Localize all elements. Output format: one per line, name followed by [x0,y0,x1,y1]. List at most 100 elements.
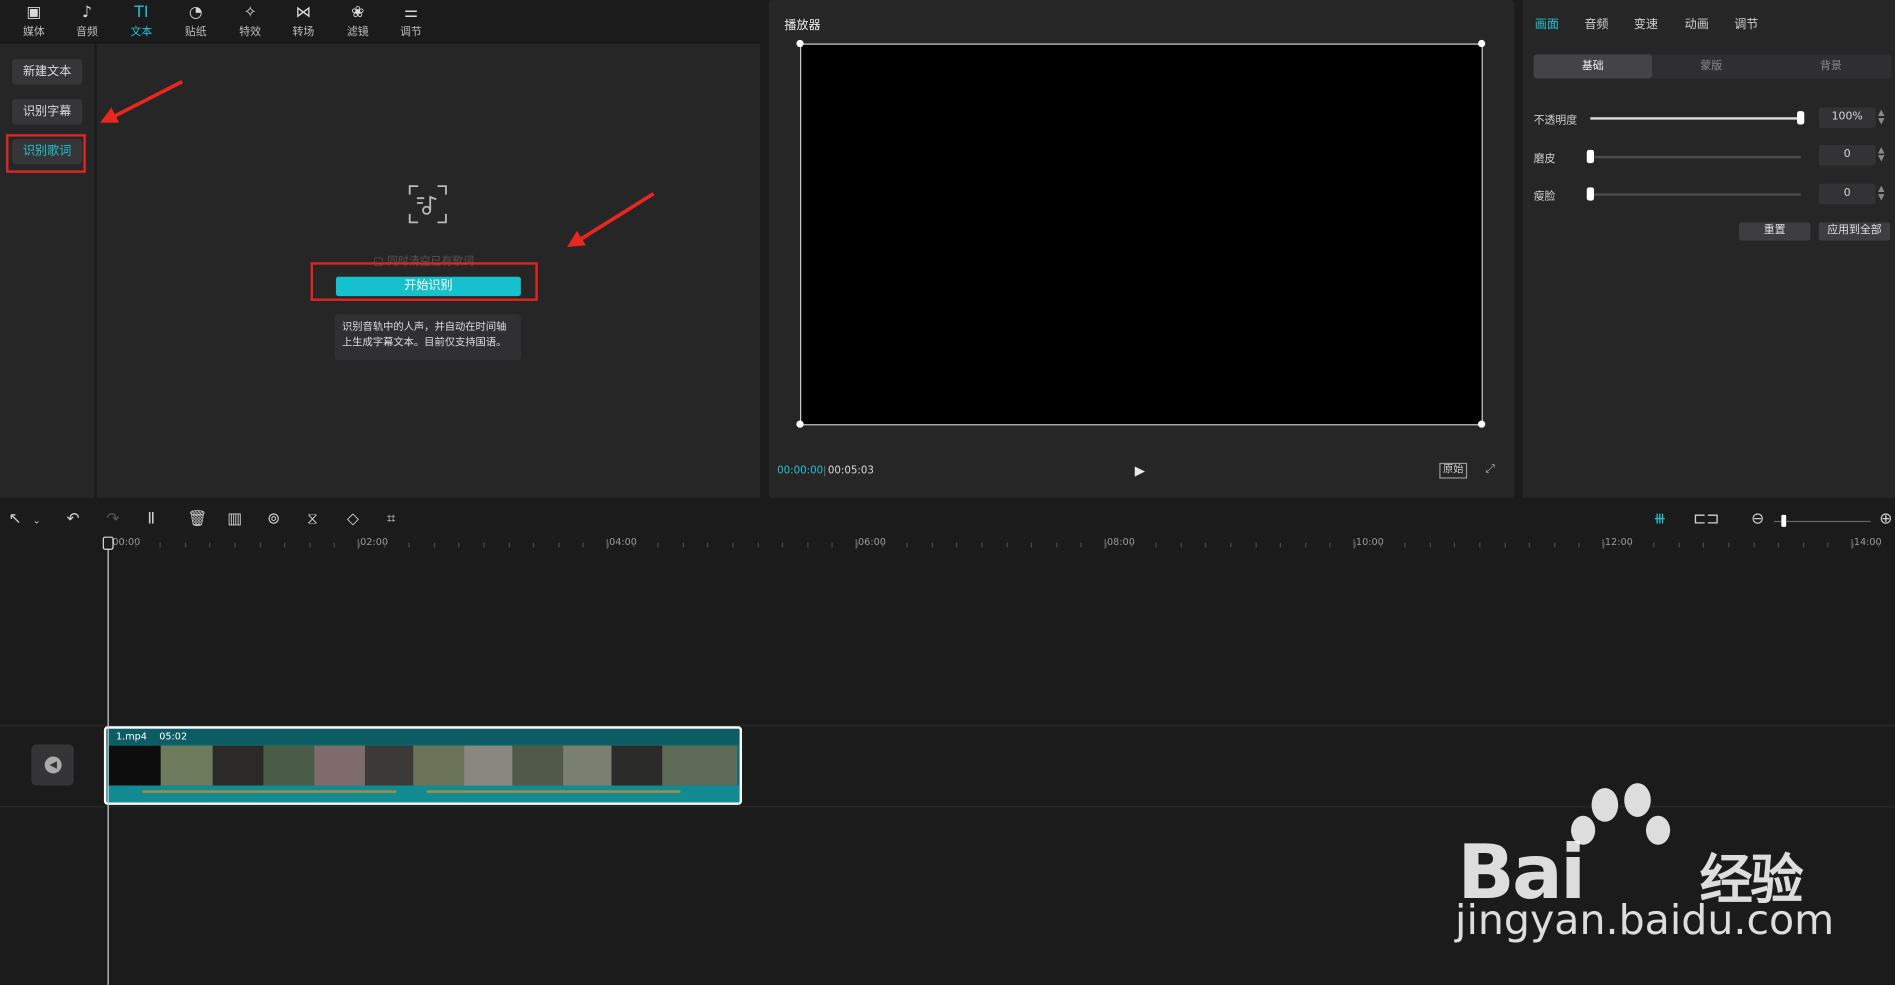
ruler-tick [955,542,958,548]
ruler-tick [807,542,809,548]
apply-to-all-button[interactable]: 应用到全部 [1818,222,1891,241]
undo-icon[interactable]: ↶ [66,510,79,528]
mirror-icon[interactable]: ⧖ [307,510,318,528]
play-icon[interactable]: ▶ [1135,463,1145,479]
ruler-tick [1006,542,1008,548]
ruler-tick [384,542,386,548]
ruler-tick [1878,542,1880,548]
clip-thumbnail [563,745,612,786]
ruler-tick [1777,542,1779,548]
new-text-button[interactable]: 新建文本 [12,59,83,85]
ruler-tick [1728,542,1730,548]
segment-basic[interactable]: 基础 [1533,54,1653,79]
slim-face-input[interactable]: 0 [1818,183,1876,205]
zoom-slider[interactable] [1774,520,1871,523]
current-time: 00:00:00 [777,465,824,478]
zoom-slider-thumb[interactable] [1781,514,1787,527]
opacity-slider-thumb[interactable] [1797,111,1805,125]
smooth-slider[interactable] [1590,155,1801,159]
ruler-tick [408,542,410,548]
link-icon[interactable]: ⊏⊐ [1693,510,1719,528]
ruler-tick [757,542,759,548]
resize-handle[interactable] [796,420,804,428]
fullscreen-icon[interactable]: ⤢ [1485,463,1495,476]
clip-thumbnail [512,745,564,786]
tab-sticker[interactable]: ◔ 贴纸 [172,2,220,41]
smooth-slider-thumb[interactable] [1586,149,1595,164]
ruler-tick [558,542,560,548]
smooth-input[interactable]: 0 [1818,145,1876,166]
volume-icon: ◀ [44,756,62,774]
ruler-tick [1603,542,1605,548]
waveform-level [426,790,681,793]
chevron-down-icon[interactable]: ⌄ [33,515,41,526]
ruler-tick [333,542,335,548]
freeze-icon[interactable]: ▥ [227,510,242,528]
smooth-stepper[interactable]: ▲ ▼ [1878,146,1885,163]
clip-thumbnail [263,745,315,786]
ruler-tick [682,542,685,548]
resize-handle[interactable] [1477,420,1486,428]
snap-icon[interactable]: ⧻ [1653,510,1666,528]
ruler-tick [508,542,510,548]
ruler-tick [1429,542,1431,548]
smooth-label: 磨皮 [1533,153,1556,166]
tab-animation[interactable]: 动画 [1685,13,1709,31]
tab-effects[interactable]: ✧ 特效 [226,2,274,41]
reverse-icon[interactable]: ⊚ [267,510,280,528]
ratio-button[interactable]: 原始 [1439,462,1468,479]
playhead-handle[interactable] [102,536,114,550]
slim-face-slider-thumb[interactable] [1586,187,1595,201]
redo-icon[interactable]: ↷ [106,510,119,528]
ruler-tick [582,542,584,548]
segment-background[interactable]: 背景 [1770,54,1891,78]
ruler-tick [931,542,933,548]
tab-adjust-props[interactable]: 调节 [1734,13,1758,31]
video-clip[interactable]: 1.mp4 05:02 [103,726,743,805]
zoom-in-icon[interactable]: ⊕ [1879,510,1892,528]
playhead[interactable] [107,538,109,985]
opacity-slider[interactable] [1590,117,1801,120]
tab-filter[interactable]: ❀ 滤镜 [334,2,382,41]
ruler-tick [1230,542,1232,548]
track-mute-button[interactable]: ◀ [31,744,74,786]
slim-face-slider[interactable] [1590,193,1801,196]
resize-handle[interactable] [1477,39,1486,48]
tab-audio[interactable]: ♪ 音频 [63,2,111,41]
ruler-tick [1578,542,1580,548]
rotate-icon[interactable]: ◇ [347,510,359,528]
tab-text[interactable]: TI 文本 [117,2,165,41]
reset-button[interactable]: 重置 [1739,222,1811,241]
adjust-icon: ⚌ [403,3,418,22]
resize-handle[interactable] [796,39,804,48]
ruler-tick [607,542,610,548]
ruler-tick [1180,542,1182,548]
clip-thumbnail [108,745,161,786]
tab-label: 贴纸 [184,26,207,39]
ruler-tick [159,542,161,548]
split-icon[interactable]: Ⅱ [147,510,155,528]
ruler-tick [781,542,784,548]
tab-label: 滤镜 [346,26,369,39]
opacity-input[interactable]: 100% [1818,107,1876,129]
auto-caption-button[interactable]: 识别字幕 [12,99,83,125]
tab-picture[interactable]: 画面 [1535,13,1559,31]
top-tab-bar: ▣ 媒体 ♪ 音频 TI 文本 ◔ 贴纸 ✧ 特效 ⋈ 转场 ❀ 滤镜 ⚌ 调节 [0,0,761,44]
crop-icon[interactable]: ⌗ [387,510,396,528]
tab-adjust[interactable]: ⚌ 调节 [387,2,435,41]
total-time: 00:05:03 [827,465,874,478]
opacity-stepper[interactable]: ▲ ▼ [1878,108,1885,126]
ruler-tick [633,542,635,548]
delete-icon[interactable]: 🗑 [187,510,207,528]
tab-media[interactable]: ▣ 媒体 [10,2,58,41]
tab-transition[interactable]: ⋈ 转场 [279,2,327,41]
tab-speed[interactable]: 变速 [1634,13,1658,31]
zoom-out-icon[interactable]: ⊖ [1751,510,1764,528]
watermark-url: jingyan.baidu.com [1455,896,1835,946]
video-preview[interactable] [800,43,1483,426]
segment-mask[interactable]: 蒙版 [1652,54,1770,78]
slim-face-stepper[interactable]: ▲ ▼ [1878,184,1885,202]
select-tool-icon[interactable]: ↖ [8,510,21,528]
ruler-tick [1204,542,1207,548]
tab-audio-props[interactable]: 音频 [1584,13,1608,31]
